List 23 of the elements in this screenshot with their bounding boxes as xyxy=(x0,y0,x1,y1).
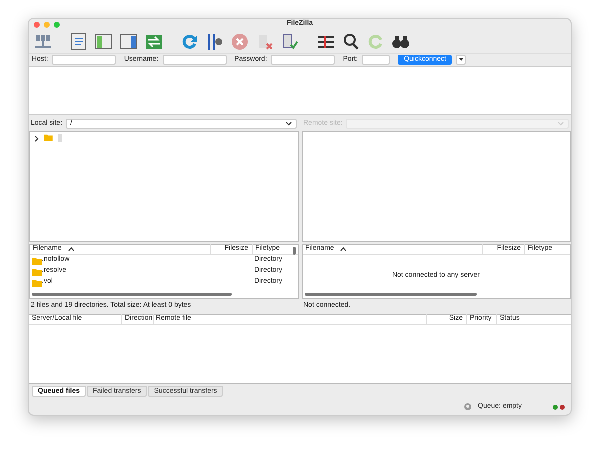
scrollbar[interactable] xyxy=(32,293,232,296)
zoom-button[interactable] xyxy=(54,22,60,28)
dropdown-button[interactable] xyxy=(456,54,466,65)
close-button[interactable] xyxy=(34,22,40,28)
caret-icon xyxy=(558,122,564,126)
text-field[interactable] xyxy=(162,54,227,65)
status-light xyxy=(560,404,565,410)
caret-icon xyxy=(458,58,464,62)
text-field[interactable] xyxy=(362,54,390,65)
queue-status-icon xyxy=(464,403,472,411)
cancel-icon[interactable] xyxy=(230,32,250,52)
sort-icon xyxy=(340,247,348,252)
sort-icon xyxy=(68,247,75,252)
folder-icon xyxy=(44,134,53,141)
scrollbar[interactable] xyxy=(304,293,476,296)
caret-icon xyxy=(286,122,292,126)
local-tree-icon[interactable] xyxy=(94,32,114,52)
scrollbar[interactable] xyxy=(292,247,296,255)
text-field[interactable] xyxy=(52,54,116,65)
status-light xyxy=(553,404,558,410)
message-log-icon[interactable] xyxy=(69,32,89,52)
remote-tree-icon[interactable] xyxy=(119,32,139,52)
text-field[interactable] xyxy=(271,54,336,65)
